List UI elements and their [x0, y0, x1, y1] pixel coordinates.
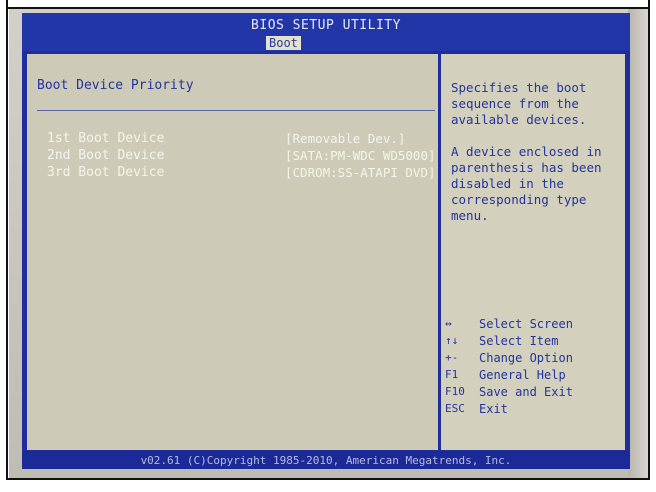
monitor-bezel-edge: [628, 9, 648, 478]
key-row: +- Change Option: [445, 351, 623, 368]
key-desc: Exit: [479, 402, 508, 416]
photo-frame-left: [6, 0, 8, 480]
f10-key: F10: [445, 385, 465, 398]
tab-boot[interactable]: Boot: [266, 36, 301, 50]
bios-screen: BIOS SETUP UTILITY Boot Boot Device Prio…: [22, 13, 630, 469]
title-bar: BIOS SETUP UTILITY Boot: [22, 13, 630, 51]
help-text-2: A device enclosed in parenthesis has bee…: [451, 144, 602, 223]
key-desc: Change Option: [479, 351, 573, 365]
key-row: F10 Save and Exit: [445, 385, 623, 402]
key-row: ESC Exit: [445, 402, 623, 419]
copyright-text: v02.61 (C)Copyright 1985-2010, American …: [140, 454, 512, 467]
bios-title: BIOS SETUP UTILITY: [251, 18, 401, 33]
plus-minus-key: +-: [445, 351, 459, 364]
key-row: ↔ Select Screen: [445, 317, 623, 334]
key-desc: General Help: [479, 368, 566, 382]
photo-frame-bottom: [6, 478, 650, 480]
boot-device-2-value[interactable]: [SATA:PM-WDC WD5000]: [285, 148, 436, 163]
photo-frame-right: [648, 0, 650, 480]
footer-bar: v02.61 (C)Copyright 1985-2010, American …: [22, 451, 630, 469]
key-desc: Select Screen: [479, 317, 573, 331]
arrows-horizontal-icon: ↔: [445, 317, 452, 330]
key-desc: Save and Exit: [479, 385, 573, 399]
help-text-1: Specifies the boot sequence from the ava…: [451, 80, 587, 127]
help-description: Specifies the boot sequence from the ava…: [451, 80, 623, 224]
boot-device-1-label[interactable]: 1st Boot Device: [47, 131, 164, 146]
key-row: F1 General Help: [445, 368, 623, 385]
boot-device-3-value[interactable]: [CDROM:SS-ATAPI DVD]: [285, 165, 436, 180]
boot-device-3-label[interactable]: 3rd Boot Device: [47, 165, 164, 180]
main-panel: Boot Device Priority 1st Boot Device [Re…: [27, 54, 625, 450]
boot-device-1-value[interactable]: [Removable Dev.]: [285, 131, 405, 146]
section-divider: [37, 110, 435, 111]
arrows-vertical-icon: ↑↓: [445, 334, 459, 347]
esc-key: ESC: [445, 402, 465, 415]
help-pane: Specifies the boot sequence from the ava…: [441, 54, 625, 450]
boot-device-2-label[interactable]: 2nd Boot Device: [47, 148, 164, 163]
settings-pane: Boot Device Priority 1st Boot Device [Re…: [27, 54, 437, 450]
section-title: Boot Device Priority: [37, 78, 194, 93]
key-row: ↑↓ Select Item: [445, 334, 623, 351]
f1-key: F1: [445, 368, 459, 381]
key-legend: ↔ Select Screen ↑↓ Select Item +- Change…: [445, 317, 623, 419]
key-desc: Select Item: [479, 334, 559, 348]
